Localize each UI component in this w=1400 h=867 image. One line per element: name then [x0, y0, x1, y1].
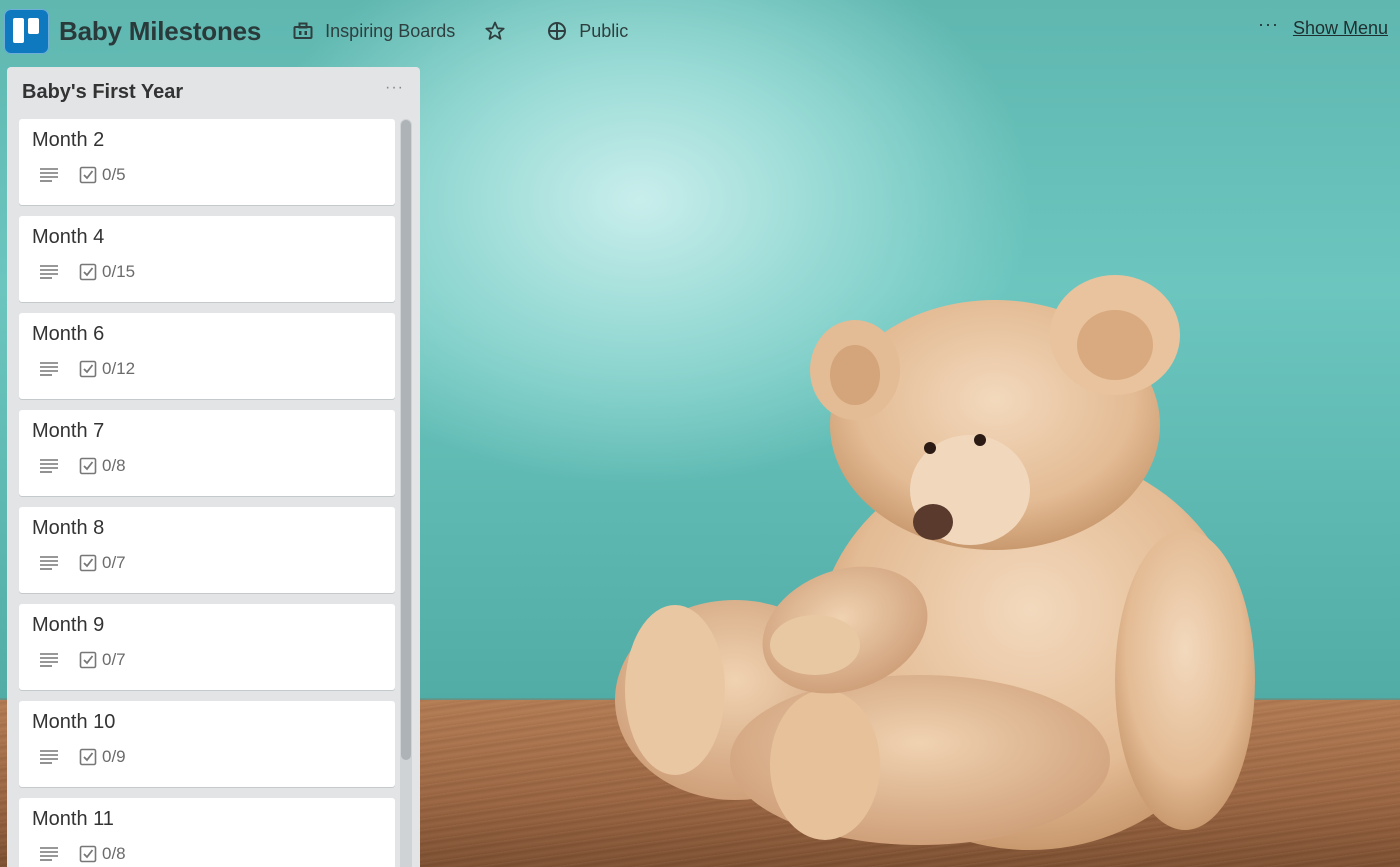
card-title: Month 4	[32, 226, 105, 248]
checklist-badge: 0/9	[79, 747, 126, 767]
card-title: Month 7	[32, 420, 105, 442]
show-menu-link[interactable]: Show Menu	[1293, 18, 1388, 39]
list-title[interactable]: Baby's First Year	[22, 81, 183, 104]
card-badges: 0/7	[32, 650, 382, 670]
description-lines-icon	[39, 264, 59, 280]
description-lines-icon	[39, 458, 59, 474]
card-month-6[interactable]: Month 6 0/12	[19, 313, 395, 399]
checklist-count: 0/7	[102, 650, 126, 669]
list-header: Baby's First Year ···	[7, 67, 420, 117]
checkbox-icon	[79, 845, 97, 863]
description-lines-icon	[39, 846, 59, 862]
team-label: Inspiring Boards	[325, 20, 456, 41]
checklist-count: 0/9	[102, 747, 126, 766]
checkbox-icon	[79, 457, 97, 475]
checklist-badge: 0/7	[79, 553, 126, 573]
more-options-icon[interactable]: ···	[1258, 14, 1279, 35]
globe-icon	[548, 22, 567, 40]
card-badges: 0/5	[32, 165, 382, 185]
checklist-count: 0/12	[102, 359, 136, 378]
checklist-badge: 0/15	[79, 262, 135, 282]
description-lines-icon	[39, 652, 59, 668]
card-month-11[interactable]: Month 11 0/8	[19, 798, 395, 867]
list-babys-first-year: Baby's First Year ··· Month 2 0/5 Month …	[7, 67, 420, 867]
checkbox-icon	[79, 748, 97, 766]
card-month-7[interactable]: Month 7 0/8	[19, 410, 395, 496]
checklist-badge: 0/8	[79, 844, 126, 864]
card-title: Month 6	[32, 323, 105, 345]
card-month-10[interactable]: Month 10 0/9	[19, 701, 395, 787]
checkbox-icon	[79, 166, 97, 184]
checkbox-icon	[79, 360, 97, 378]
visibility-button[interactable]: Public	[547, 21, 628, 42]
board-title[interactable]: Baby Milestones	[59, 16, 261, 47]
card-badges: 0/15	[32, 262, 382, 282]
checkbox-icon	[79, 651, 97, 669]
card-title: Month 2	[32, 129, 105, 151]
checklist-count: 0/5	[102, 165, 126, 184]
checklist-count: 0/8	[102, 844, 126, 863]
card-badges: 0/12	[32, 359, 382, 379]
card-title: Month 11	[32, 808, 114, 830]
briefcase-icon	[293, 22, 313, 39]
checklist-badge: 0/12	[79, 359, 135, 379]
card-badges: 0/8	[32, 456, 382, 476]
list-scrollbar-thumb[interactable]	[401, 120, 411, 760]
description-lines-icon	[39, 749, 59, 765]
card-title: Month 10	[32, 711, 116, 733]
card-title: Month 9	[32, 614, 105, 636]
trello-logo-icon[interactable]	[4, 8, 49, 54]
teddy-bear-image	[615, 275, 1255, 850]
checklist-count: 0/8	[102, 456, 126, 475]
card-month-4[interactable]: Month 4 0/15	[19, 216, 395, 302]
card-month-8[interactable]: Month 8 0/7	[19, 507, 395, 593]
card-badges: 0/8	[32, 844, 382, 864]
card-badges: 0/7	[32, 553, 382, 573]
description-lines-icon	[39, 167, 59, 183]
checklist-count: 0/7	[102, 553, 126, 572]
card-month-9[interactable]: Month 9 0/7	[19, 604, 395, 690]
card-title: Month 8	[32, 517, 105, 539]
description-lines-icon	[39, 555, 59, 571]
checklist-count: 0/15	[102, 262, 136, 281]
star-button[interactable]	[485, 21, 517, 41]
checklist-badge: 0/8	[79, 456, 126, 476]
card-badges: 0/9	[32, 747, 382, 767]
list-menu-icon[interactable]: ···	[385, 79, 404, 97]
description-lines-icon	[39, 361, 59, 377]
checkbox-icon	[79, 554, 97, 572]
card-month-2[interactable]: Month 2 0/5	[19, 119, 395, 205]
checkbox-icon	[79, 263, 97, 281]
visibility-label: Public	[579, 20, 629, 41]
checklist-badge: 0/7	[79, 650, 126, 670]
card-list: Month 2 0/5 Month 4 0/15 Month 6 0/12 Mo…	[19, 119, 395, 867]
header-right: ··· Show Menu	[1258, 14, 1388, 39]
board-header: Baby Milestones Inspiring Boards Public …	[0, 0, 1400, 62]
star-icon	[485, 21, 505, 40]
team-button[interactable]: Inspiring Boards	[293, 21, 455, 42]
checklist-badge: 0/5	[79, 165, 126, 185]
